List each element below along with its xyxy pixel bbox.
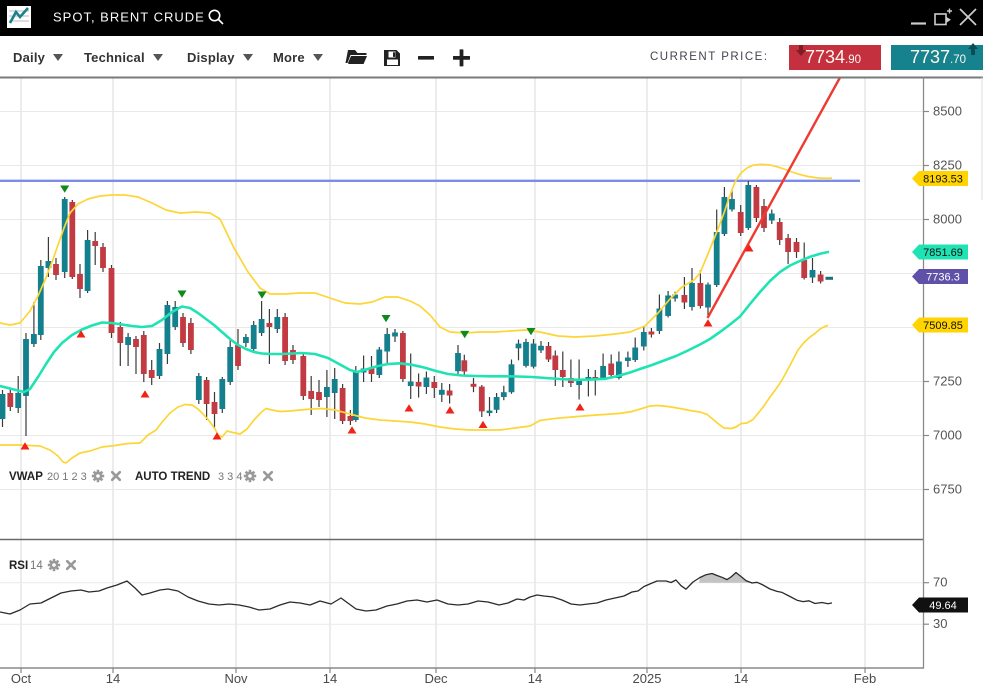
svg-text:2025: 2025 xyxy=(633,671,662,686)
svg-text:8250: 8250 xyxy=(933,158,962,173)
svg-text:3 3 4: 3 3 4 xyxy=(218,471,242,483)
svg-text:49.64: 49.64 xyxy=(929,600,957,612)
svg-text:7851.69: 7851.69 xyxy=(923,247,963,259)
svg-text:8193.53: 8193.53 xyxy=(923,173,963,185)
svg-text:8500: 8500 xyxy=(933,104,962,119)
svg-text:8000: 8000 xyxy=(933,212,962,227)
svg-text:14: 14 xyxy=(30,560,43,572)
svg-text:14: 14 xyxy=(528,671,542,686)
svg-text:AUTO TREND: AUTO TREND xyxy=(135,471,210,483)
svg-text:14: 14 xyxy=(734,671,748,686)
svg-text:RSI: RSI xyxy=(9,560,28,572)
svg-text:20 1 2 3: 20 1 2 3 xyxy=(47,471,87,483)
svg-text:7509.85: 7509.85 xyxy=(923,320,963,332)
svg-text:7250: 7250 xyxy=(933,374,962,389)
svg-text:6750: 6750 xyxy=(933,482,962,497)
svg-text:7736.3: 7736.3 xyxy=(926,271,960,283)
svg-text:14: 14 xyxy=(106,671,120,686)
svg-text:Nov: Nov xyxy=(224,671,248,686)
svg-text:Dec: Dec xyxy=(424,671,448,686)
svg-text:Oct: Oct xyxy=(11,671,32,686)
svg-text:30: 30 xyxy=(933,616,947,631)
svg-text:VWAP: VWAP xyxy=(9,471,43,483)
svg-text:70: 70 xyxy=(933,575,947,590)
svg-text:14: 14 xyxy=(323,671,337,686)
svg-text:7000: 7000 xyxy=(933,428,962,443)
svg-text:Feb: Feb xyxy=(854,671,876,686)
